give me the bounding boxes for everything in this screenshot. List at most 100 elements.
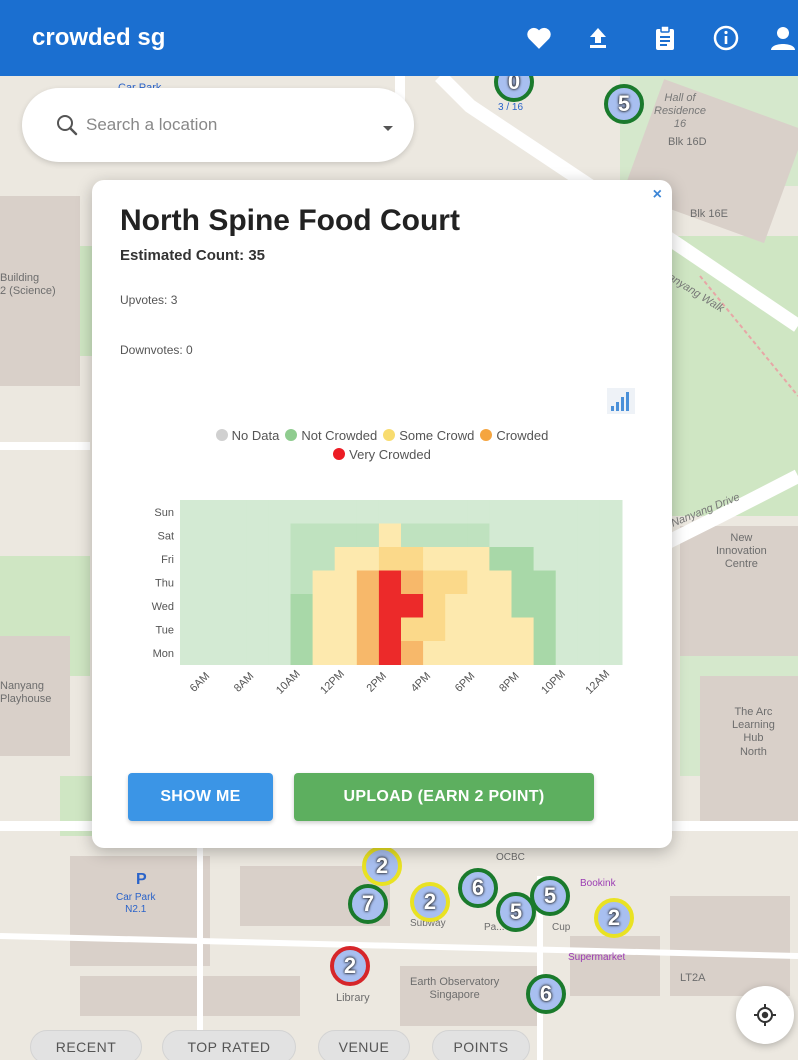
- heatmap-cell: [401, 523, 424, 548]
- heatmap-cell: [511, 570, 535, 595]
- map-cluster-marker[interactable]: 2: [330, 946, 370, 986]
- heatmap-cell: [356, 523, 380, 548]
- heatmap-cell: [290, 500, 314, 524]
- heatmap-cell: [599, 617, 623, 642]
- chip-top-rated[interactable]: TOP RATED: [162, 1030, 296, 1060]
- heatmap-cell: [334, 523, 358, 548]
- heatmap-cell: [378, 641, 402, 665]
- map-label-ocbc: OCBC: [496, 852, 525, 863]
- heatmap-cell: [577, 570, 601, 595]
- clipboard-icon[interactable]: [647, 20, 683, 56]
- heatmap-cell: [378, 617, 402, 642]
- heatmap-cell: [290, 617, 314, 642]
- heatmap-cell: [489, 523, 512, 548]
- heatmap-legend: No Data Not Crowded Some Crowd Crowded Very …: [152, 426, 612, 464]
- heatmap-cell: [356, 570, 380, 595]
- heatmap-cell: [290, 523, 314, 548]
- heatmap-cell: [467, 547, 490, 571]
- heatmap-hour-label: 4PM: [409, 670, 433, 694]
- info-icon[interactable]: [708, 20, 744, 56]
- heatmap-cell: [533, 594, 557, 618]
- heatmap-cell: [467, 570, 490, 595]
- upvotes-count: Upvotes: 3: [120, 293, 178, 307]
- heatmap-cell: [489, 500, 512, 524]
- heatmap-cell: [312, 641, 336, 665]
- search-input[interactable]: [86, 108, 336, 142]
- heatmap-cell: [511, 617, 535, 642]
- heatmap-cell: [445, 523, 468, 548]
- bar-chart-icon[interactable]: [607, 388, 635, 419]
- heatmap-cell: [290, 641, 314, 665]
- heatmap-cell: [246, 500, 269, 524]
- heatmap-cell: [423, 500, 446, 524]
- legend-swatch: [480, 429, 493, 441]
- map-label-lt2a: LT2A: [680, 972, 706, 984]
- chevron-down-icon[interactable]: [382, 120, 394, 138]
- legend-item: Very Crowded: [333, 445, 431, 464]
- heatmap-cell: [599, 523, 623, 548]
- heatmap-cell: [334, 617, 358, 642]
- heatmap-day-label: Fri: [161, 554, 174, 566]
- heatmap-cell: [577, 547, 601, 571]
- heatmap-cell: [202, 641, 225, 665]
- search-bar: [22, 88, 414, 162]
- heatmap-cell: [290, 547, 314, 571]
- legend-item: Crowded: [480, 426, 548, 445]
- map-cluster-marker[interactable]: 6: [526, 974, 566, 1014]
- heatmap-cell: [423, 547, 446, 571]
- heatmap-cell: [555, 500, 579, 524]
- heatmap-cell: [224, 594, 247, 618]
- heatmap-cell: [180, 617, 203, 642]
- map-cluster-marker[interactable]: 2: [362, 846, 402, 886]
- heatmap-cell: [489, 547, 512, 571]
- upload-icon[interactable]: [580, 20, 616, 56]
- chip-points[interactable]: POINTS: [432, 1030, 530, 1060]
- heatmap-cell: [489, 594, 512, 618]
- heatmap-cell: [445, 547, 468, 571]
- show-me-button[interactable]: SHOW ME: [128, 773, 273, 821]
- map-cluster-marker[interactable]: 2: [410, 882, 450, 922]
- heatmap-cell: [268, 500, 291, 524]
- heatmap-hour-label: 6AM: [188, 670, 212, 694]
- heatmap-cell: [555, 594, 579, 618]
- heatmap-cell: [378, 523, 402, 548]
- heatmap-cell: [224, 547, 247, 571]
- heatmap-cell: [511, 500, 535, 524]
- downvotes-count: Downvotes: 0: [120, 343, 193, 357]
- chip-venue[interactable]: VENUE: [318, 1030, 410, 1060]
- app-bar: crowded sg: [0, 0, 798, 76]
- map-label-cup: Cup: [552, 922, 571, 933]
- heatmap-cell: [180, 594, 203, 618]
- heatmap-cell: [334, 547, 358, 571]
- heatmap-cell: [312, 594, 336, 618]
- legend-label: Some Crowd: [399, 428, 475, 443]
- heatmap-cell: [511, 594, 535, 618]
- close-icon[interactable]: ×: [653, 186, 662, 204]
- map-label-blk-16d: Blk 16D: [668, 136, 707, 148]
- heatmap-cell: [224, 617, 247, 642]
- heatmap-cell: [577, 523, 601, 548]
- upload-button[interactable]: UPLOAD (EARN 2 POINT): [294, 773, 594, 821]
- chip-recent[interactable]: RECENT: [30, 1030, 142, 1060]
- heatmap-cell: [378, 594, 402, 618]
- heatmap-cell: [401, 570, 424, 595]
- heatmap-cell: [202, 500, 225, 524]
- heatmap-cell: [489, 617, 512, 642]
- map-label-supermarket: Supermarket: [568, 952, 626, 963]
- map-cluster-marker[interactable]: 7: [348, 884, 388, 924]
- user-icon[interactable]: [770, 20, 798, 56]
- heatmap-cell: [445, 641, 468, 665]
- heatmap-cell: [489, 570, 512, 595]
- map-cluster-marker[interactable]: 5: [530, 876, 570, 916]
- heatmap-hour-label: 8AM: [232, 670, 256, 694]
- map-cluster-marker[interactable]: 5: [604, 84, 644, 124]
- heatmap-cell: [180, 523, 203, 548]
- heatmap-hour-label: 12AM: [583, 668, 612, 697]
- my-location-button[interactable]: [736, 986, 794, 1044]
- heatmap-cell: [599, 641, 623, 665]
- map-cluster-marker[interactable]: 6: [458, 868, 498, 908]
- heart-icon[interactable]: [521, 20, 557, 56]
- heatmap-day-label: Sun: [154, 507, 174, 519]
- map-cluster-marker[interactable]: 2: [594, 898, 634, 938]
- heatmap-cell: [268, 547, 291, 571]
